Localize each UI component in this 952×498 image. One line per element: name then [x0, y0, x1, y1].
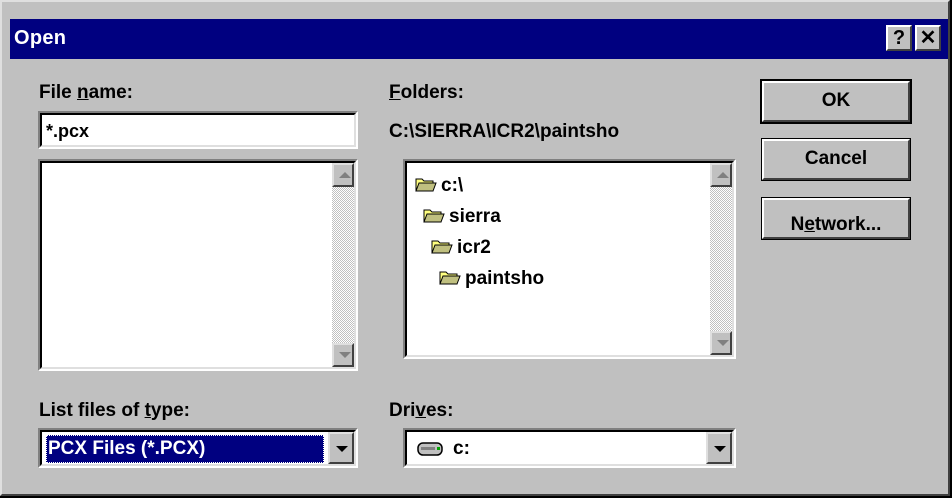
folder-name: sierra	[449, 206, 501, 227]
help-button[interactable]: ?	[886, 25, 912, 51]
drive-icon	[417, 442, 443, 456]
file-list[interactable]	[38, 159, 358, 371]
file-type-selection: PCX Files (*.PCX)	[46, 435, 324, 463]
drives-label: Drives:	[389, 400, 454, 421]
file-type-label: List files of type:	[39, 400, 190, 421]
drives-select[interactable]: c:	[403, 428, 736, 468]
arrow-down-icon	[717, 340, 729, 346]
scroll-down-button[interactable]	[332, 343, 354, 367]
open-dialog: Open ? ✕ File name: *.pcx Folders: C:\SI…	[0, 0, 950, 496]
close-icon: ✕	[919, 27, 937, 49]
folder-name: paintsho	[465, 268, 545, 289]
folder-name: c:\	[441, 175, 464, 196]
chevron-down-icon	[336, 446, 348, 452]
current-path: C:\SIERRA\ICR2\paintsho	[389, 121, 620, 142]
title-bar[interactable]: Open ? ✕	[10, 19, 948, 59]
scroll-up-button[interactable]	[710, 163, 732, 187]
arrow-up-icon	[717, 172, 729, 178]
help-icon: ?	[892, 27, 906, 49]
arrow-down-icon	[339, 352, 351, 358]
folder-name: icr2	[457, 237, 491, 258]
drive-value: c:	[453, 438, 470, 459]
close-button[interactable]: ✕	[915, 25, 941, 51]
drives-dropdown-button[interactable]	[706, 432, 732, 464]
folders-label: Folders:	[389, 82, 464, 103]
dialog-title: Open	[14, 27, 67, 49]
file-type-value: PCX Files (*.PCX)	[48, 438, 206, 459]
file-name-input[interactable]: *.pcx	[38, 111, 358, 149]
file-name-value: *.pcx	[46, 121, 90, 141]
cancel-button[interactable]: Cancel	[761, 138, 911, 181]
scroll-down-button[interactable]	[710, 331, 732, 355]
file-name-label: File name:	[39, 82, 133, 103]
file-list-scrollbar[interactable]	[332, 163, 354, 367]
ok-button[interactable]: OK	[760, 79, 912, 124]
chevron-down-icon	[714, 446, 726, 452]
scroll-up-button[interactable]	[332, 163, 354, 187]
folder-tree[interactable]: c:\ sierra icr2 paintsho	[403, 159, 736, 359]
arrow-up-icon	[339, 172, 351, 178]
folder-tree-scrollbar[interactable]	[710, 163, 732, 355]
file-type-select[interactable]: PCX Files (*.PCX)	[38, 428, 358, 468]
network-button[interactable]: Network...	[761, 197, 911, 240]
file-type-dropdown-button[interactable]	[328, 432, 354, 464]
